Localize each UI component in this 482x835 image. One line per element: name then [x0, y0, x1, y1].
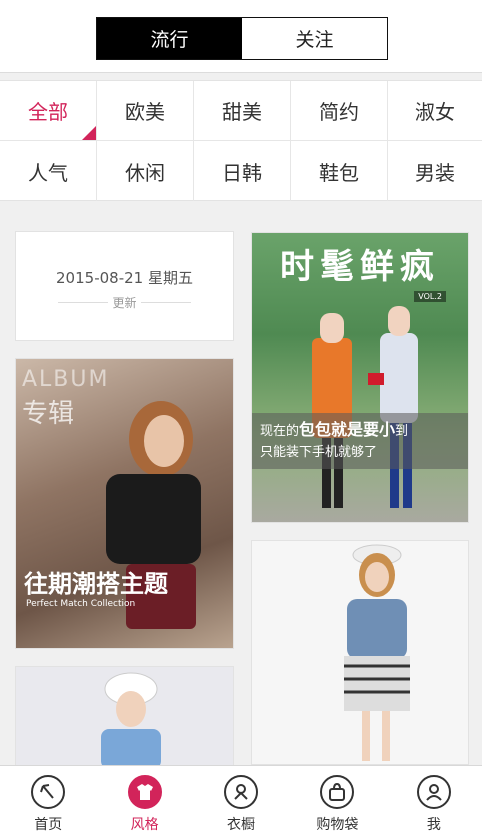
tab-label: 首页 [34, 817, 63, 833]
bottom-tab-bar: 首页 风格 衣橱 购物袋 我 [0, 765, 482, 835]
category-simple[interactable]: 简约 [291, 81, 388, 141]
article-caption: 现在的包包就是要小到 只能装下手机就够了 [252, 413, 468, 469]
bag-icon [320, 775, 355, 809]
category-popular[interactable]: 人气 [0, 141, 97, 201]
model-photo [344, 544, 410, 761]
article-title: 时髦鲜疯 [280, 247, 440, 287]
category-casual[interactable]: 休闲 [97, 141, 194, 201]
category-western[interactable]: 欧美 [97, 81, 194, 141]
category-all[interactable]: 全部 [0, 81, 97, 141]
top-bar: 流行 关注 [0, 0, 482, 73]
category-shoes-bags[interactable]: 鞋包 [291, 141, 388, 201]
tshirt-icon [127, 775, 162, 809]
caption-text: 只能装下手机就够了 [260, 445, 378, 460]
album-subtitle: Perfect Match Collection [26, 599, 136, 609]
date-card: 2015-08-21 星期五 更新 [15, 231, 234, 341]
segment-control: 流行 关注 [96, 17, 388, 60]
album-label-cn: 专辑 [22, 399, 75, 429]
caption-highlight: 包包就是要小 [299, 420, 396, 439]
tab-style[interactable]: 风格 [96, 766, 192, 835]
tab-label: 购物袋 [316, 817, 359, 833]
category-japan-korea[interactable]: 日韩 [194, 141, 291, 201]
album-title: 往期潮搭主题 [24, 570, 168, 598]
date-text: 2015-08-21 星期五 [56, 269, 193, 287]
album-label: ALBUM [22, 367, 110, 392]
home-icon [31, 775, 66, 809]
tab-label: 我 [426, 817, 441, 833]
fashion-article-card[interactable]: 时髦鲜疯 VOL.2 现在的包包就是要小到 只能装下手机就够了 [251, 232, 469, 523]
product-card[interactable] [15, 666, 234, 766]
caption-text: 到 [395, 424, 409, 439]
tab-wardrobe[interactable]: 衣橱 [193, 766, 289, 835]
album-card[interactable]: ALBUM 专辑 往期潮搭主题 Perfect Match Collection [15, 358, 234, 649]
user-icon [416, 775, 451, 809]
tab-following[interactable]: 关注 [242, 18, 387, 59]
category-lady[interactable]: 淑女 [388, 81, 482, 141]
category-menswear[interactable]: 男装 [388, 141, 482, 201]
tab-shopping-bag[interactable]: 购物袋 [289, 766, 385, 835]
wardrobe-icon [224, 775, 259, 809]
tab-trending[interactable]: 流行 [97, 18, 242, 59]
caption-text: 现在的 [260, 424, 300, 439]
volume-badge: VOL.2 [414, 291, 446, 302]
tab-label: 风格 [130, 817, 159, 833]
category-grid: 全部 欧美 甜美 简约 淑女 人气 休闲 日韩 鞋包 男装 [0, 80, 482, 201]
update-label: 更新 [112, 296, 137, 310]
models-photo [312, 306, 418, 508]
category-sweet[interactable]: 甜美 [194, 81, 291, 141]
tab-me[interactable]: 我 [386, 766, 482, 835]
tab-home[interactable]: 首页 [0, 766, 96, 835]
product-card[interactable] [251, 540, 469, 765]
tab-label: 衣橱 [227, 817, 256, 833]
model-photo [101, 672, 161, 765]
